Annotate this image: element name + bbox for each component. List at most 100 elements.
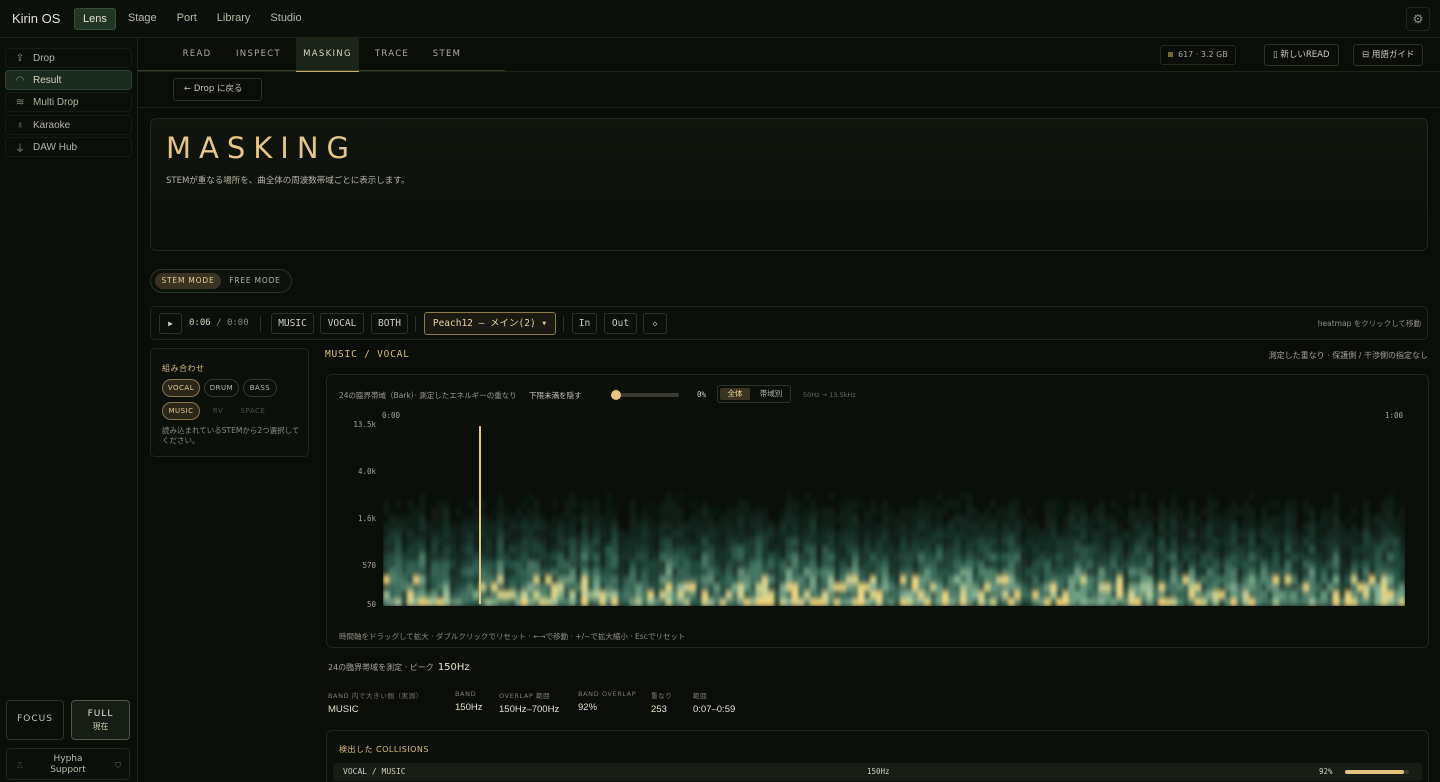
heatmap-cell <box>1272 575 1280 584</box>
upload-icon: ⇪ <box>15 52 25 64</box>
heatmap-cell <box>869 583 877 592</box>
heatmap-cell <box>527 583 534 592</box>
heatmap-cell <box>1086 515 1093 524</box>
heatmap-cell <box>918 499 925 509</box>
heatmap-cell <box>966 499 973 509</box>
heatmap-cell <box>731 522 739 531</box>
threshold-slider-knob[interactable] <box>611 390 621 400</box>
heatmap-cell <box>1146 507 1154 516</box>
track-select[interactable]: Peach12 – メイン(2) ▾ <box>424 312 556 335</box>
focus-button[interactable]: FOCUS <box>6 700 64 740</box>
combination-panel: 組み合わせ VOCAL DRUM BASS MUSIC RV SPACE 読み込… <box>150 348 309 457</box>
seg-all[interactable]: 全体 <box>720 388 750 400</box>
new-read-button[interactable]: ▯ 新しいREAD <box>1264 44 1339 66</box>
heatmap-cell <box>1116 552 1124 562</box>
support-button[interactable]: ⎍ Hypha Support ⛉ <box>6 748 130 780</box>
sidebar-item-karaoke[interactable]: ♁ Karaoke <box>5 115 132 135</box>
chip-bass[interactable]: BASS <box>243 379 277 397</box>
nav-lens[interactable]: Lens <box>74 7 116 30</box>
transport-bar: ▶ 0:06 / 0:00 MUSIC VOCAL BOTH Peach12 –… <box>150 306 1428 340</box>
heatmap-cell <box>563 598 570 606</box>
threshold-slider[interactable] <box>611 390 679 400</box>
heatmap-cell <box>407 507 414 516</box>
heatmap-cell <box>1290 499 1298 509</box>
heatmap-cell <box>887 583 895 592</box>
heatmap-cell <box>1284 530 1292 539</box>
heatmap-cell <box>413 545 420 554</box>
heatmap-cell <box>948 590 955 600</box>
heatmap-cell <box>1056 552 1063 562</box>
heatmap-cell <box>725 575 733 584</box>
heatmap-cell <box>1386 499 1394 509</box>
heatmap-cell <box>431 560 438 569</box>
heatmap-cell <box>960 545 967 554</box>
heatmap-cell <box>1080 552 1087 562</box>
tab-stem[interactable]: STEM <box>426 38 468 72</box>
heatmap-cell <box>653 530 661 539</box>
heatmap-cell <box>1152 515 1160 524</box>
heatmap-cell <box>1014 537 1021 546</box>
playhead[interactable] <box>479 426 481 604</box>
tab-masking[interactable]: MASKING <box>296 38 359 72</box>
source-music-button[interactable]: MUSIC <box>271 313 314 334</box>
heatmap-cell <box>1242 583 1250 592</box>
collision-row[interactable]: VOCAL / MUSIC 150Hz 92% <box>333 763 1422 781</box>
sidebar-item-multi-drop[interactable]: ≋ Multi Drop <box>5 92 132 112</box>
in-button[interactable]: In <box>572 313 597 334</box>
glossary-button[interactable]: ⊟ 用語ガイド <box>1353 44 1424 66</box>
stem-mode-option[interactable]: STEM MODE <box>155 273 221 289</box>
heatmap-cell <box>1386 537 1394 546</box>
source-both-button[interactable]: BOTH <box>371 313 408 334</box>
heatmap-cell <box>1044 568 1051 577</box>
chip-vocal[interactable]: VOCAL <box>162 379 200 397</box>
play-icon[interactable]: ▶ <box>159 313 182 334</box>
heatmap-cell <box>737 530 745 539</box>
chip-drum[interactable]: DRUM <box>204 379 239 397</box>
sidebar-item-result[interactable]: ◠ Result <box>5 70 132 90</box>
tab-inspect[interactable]: INSPECT <box>228 38 289 72</box>
heatmap-cell <box>1044 598 1051 606</box>
heatmap-cell <box>1164 507 1172 516</box>
heatmap-cell <box>1260 515 1268 524</box>
diamond-icon[interactable]: ◇ <box>643 313 667 334</box>
heatmap-cell <box>1236 560 1244 569</box>
heatmap-cell <box>647 499 655 509</box>
seg-band[interactable]: 帯域別 <box>753 388 789 400</box>
nav-port[interactable]: Port <box>169 8 205 30</box>
heatmap-cell <box>815 568 823 577</box>
heatmap-cell <box>629 568 637 577</box>
heatmap-cell <box>1338 552 1346 562</box>
heatmap-cell <box>569 590 576 600</box>
heatmap-cell <box>743 507 751 516</box>
heatmap-cell <box>737 522 745 531</box>
heatmap-cell <box>1236 545 1244 554</box>
nav-library[interactable]: Library <box>209 8 259 30</box>
back-to-drop-button[interactable]: ← Drop に戻る <box>173 78 262 101</box>
heatmap-cell <box>413 583 420 592</box>
heatmap-cell <box>431 545 438 554</box>
tab-trace[interactable]: TRACE <box>366 38 418 72</box>
nav-stage[interactable]: Stage <box>120 8 165 30</box>
nav-studio[interactable]: Studio <box>262 8 309 30</box>
tab-read[interactable]: READ <box>175 38 219 72</box>
masking-heatmap[interactable] <box>383 424 1405 606</box>
heatmap-cell <box>659 598 667 606</box>
heatmap-cell <box>743 598 751 606</box>
heatmap-cell <box>1356 537 1364 546</box>
full-button[interactable]: FULL 現在 <box>71 700 130 740</box>
heatmap-cell <box>1314 598 1322 606</box>
heatmap-cell <box>1134 590 1142 600</box>
heatmap-cell <box>491 522 498 531</box>
free-mode-option[interactable]: FREE MODE <box>223 273 287 289</box>
heatmap-cell <box>1248 515 1256 524</box>
heatmap-cell <box>1248 545 1256 554</box>
source-vocal-button[interactable]: VOCAL <box>320 313 364 334</box>
heatmap-cell <box>972 507 979 516</box>
chip-music[interactable]: MUSIC <box>162 402 200 420</box>
sidebar-item-drop[interactable]: ⇪ Drop <box>5 48 132 68</box>
heatmap-cell <box>743 537 751 546</box>
out-button[interactable]: Out <box>604 313 637 334</box>
sidebar-item-daw-hub[interactable]: ⏚ DAW Hub <box>5 137 132 157</box>
heatmap-cell <box>617 537 625 546</box>
gear-icon[interactable]: ⚙ <box>1406 7 1430 31</box>
